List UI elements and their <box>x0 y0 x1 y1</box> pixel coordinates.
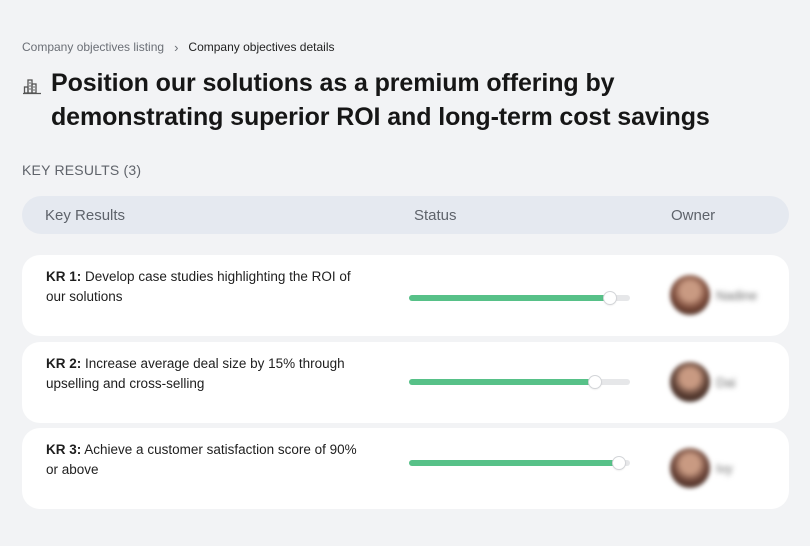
table-header: Key Results Status Owner <box>22 196 789 234</box>
key-result-row[interactable]: KR 2: Increase average deal size by 15% … <box>22 342 789 423</box>
objective-title: Position our solutions as a premium offe… <box>51 69 710 131</box>
key-result-row[interactable]: KR 1: Develop case studies highlighting … <box>22 255 789 336</box>
owner-cell[interactable]: Nadine <box>670 275 757 315</box>
avatar <box>670 275 710 315</box>
key-result-tag: KR 1: <box>46 269 82 284</box>
status-progress-bar <box>409 376 630 388</box>
status-progress-bar <box>409 292 630 304</box>
key-result-description: KR 3: Achieve a customer satisfaction sc… <box>46 440 366 480</box>
key-result-text: Increase average deal size by 15% throug… <box>46 356 345 391</box>
progress-handle[interactable] <box>612 457 625 469</box>
avatar <box>670 362 710 402</box>
key-results-count-label: KEY RESULTS (3) <box>22 162 142 178</box>
owner-name: Dai <box>716 374 736 390</box>
column-header-status[interactable]: Status <box>414 207 457 224</box>
progress-handle[interactable] <box>588 376 601 388</box>
building-chart-icon <box>23 79 41 95</box>
key-result-tag: KR 2: <box>46 356 82 371</box>
key-result-description: KR 1: Develop case studies highlighting … <box>46 267 366 307</box>
objective-details-page: Company objectives listing › Company obj… <box>0 0 810 546</box>
progress-fill <box>409 295 611 301</box>
key-result-text: Develop case studies highlighting the RO… <box>46 269 351 304</box>
key-result-tag: KR 3: <box>46 442 82 457</box>
owner-cell[interactable]: Dai <box>670 362 736 402</box>
owner-name: Nadine <box>716 287 758 303</box>
chevron-right-icon: › <box>174 39 179 55</box>
owner-name: Ivy <box>716 460 733 476</box>
breadcrumb-current: Company objectives details <box>188 40 335 54</box>
key-result-text: Achieve a customer satisfaction score of… <box>46 442 357 477</box>
key-result-row[interactable]: KR 3: Achieve a customer satisfaction sc… <box>22 428 789 509</box>
column-header-key-results[interactable]: Key Results <box>45 207 125 224</box>
owner-cell[interactable]: Ivy <box>670 448 733 488</box>
avatar <box>670 448 710 488</box>
status-progress-bar <box>409 457 630 469</box>
objective-header: Position our solutions as a premium offe… <box>22 66 782 134</box>
key-result-description: KR 2: Increase average deal size by 15% … <box>46 354 366 394</box>
progress-fill <box>409 379 595 385</box>
progress-handle[interactable] <box>604 292 617 304</box>
column-header-owner[interactable]: Owner <box>671 207 715 224</box>
breadcrumb-parent-link[interactable]: Company objectives listing <box>22 40 164 54</box>
progress-fill <box>409 460 619 466</box>
breadcrumb: Company objectives listing › Company obj… <box>22 40 335 54</box>
